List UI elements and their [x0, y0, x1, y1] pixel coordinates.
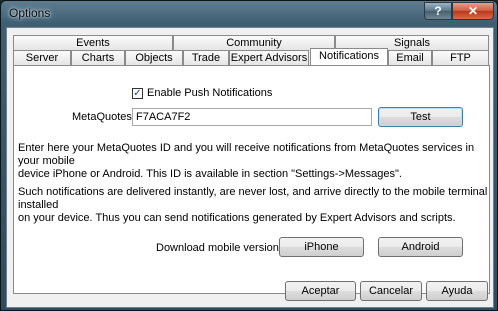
android-download-button[interactable]: Android [378, 237, 463, 257]
cancel-button[interactable]: Cancelar [360, 281, 422, 301]
title-bar[interactable]: Options ? ✕ [1, 1, 497, 27]
info-text-2: Such notifications are delivered instant… [18, 186, 488, 224]
notifications-panel: ✓ Enable Push Notifications MetaQuotes I… [13, 65, 490, 294]
tab-email[interactable]: Email [388, 50, 432, 65]
options-window: Options ? ✕ Events Community Signals Ser… [0, 0, 498, 311]
help-button[interactable]: Ayuda [426, 281, 488, 301]
tab-expert-advisors[interactable]: Expert Advisors [229, 50, 309, 65]
test-button[interactable]: Test [378, 107, 463, 127]
tab-server[interactable]: Server [13, 50, 71, 65]
tab-objects[interactable]: Objects [125, 50, 183, 65]
tab-events[interactable]: Events [13, 35, 173, 50]
enable-push-label: Enable Push Notifications [147, 87, 273, 99]
metaquotes-id-field[interactable]: F7ACA7F2 [132, 108, 372, 126]
close-title-button[interactable]: ✕ [452, 2, 494, 20]
close-icon: ✕ [467, 4, 479, 18]
iphone-download-button[interactable]: iPhone [279, 237, 364, 257]
enable-push-checkbox[interactable]: ✓ [132, 88, 143, 99]
help-icon: ? [434, 4, 442, 18]
accept-button[interactable]: Aceptar [285, 281, 356, 301]
tab-ftp[interactable]: FTP [432, 50, 489, 65]
help-title-button[interactable]: ? [424, 2, 452, 20]
window-title: Options [9, 6, 51, 20]
check-icon: ✓ [133, 88, 142, 99]
dialog-client-area: Events Community Signals Server Charts O… [6, 27, 494, 308]
tab-notifications[interactable]: Notifications [310, 48, 388, 65]
tab-trade[interactable]: Trade [183, 50, 229, 65]
info-text-1: Enter here your MetaQuotes ID and you wi… [18, 142, 475, 180]
metaquotes-id-value: F7ACA7F2 [136, 111, 191, 123]
tab-charts[interactable]: Charts [71, 50, 125, 65]
